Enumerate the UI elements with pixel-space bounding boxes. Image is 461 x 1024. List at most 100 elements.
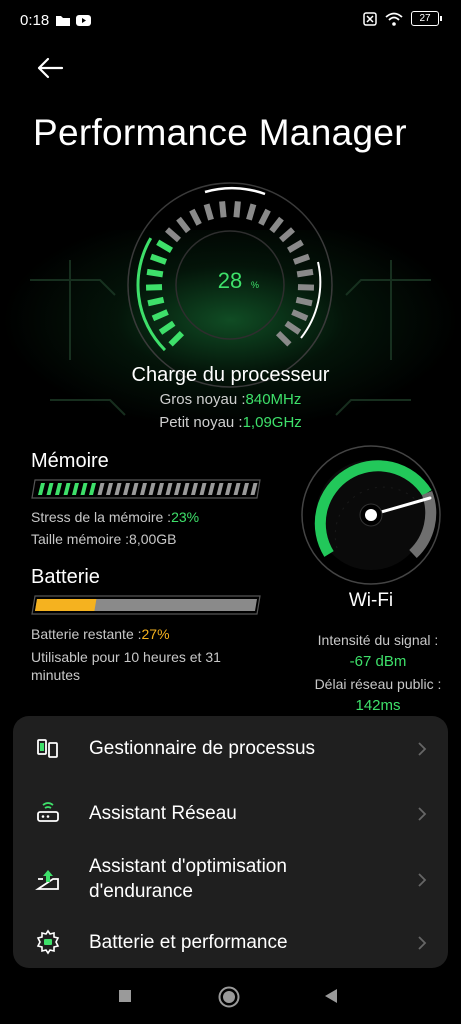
cpu-gauge-tick (149, 253, 168, 265)
memory-bar-segment (89, 483, 96, 495)
menu-item-network-assistant[interactable]: Assistant Réseau (13, 793, 448, 833)
memory-bar-segment (165, 483, 173, 495)
cpu-gauge-tick (292, 253, 311, 265)
cpu-gauge-tick (246, 203, 257, 221)
cpu-gauge-top-arc (204, 186, 266, 196)
memory-bar-segment (46, 483, 54, 495)
cpu-gauge-tick (176, 216, 191, 234)
chevron-right-icon (418, 807, 427, 821)
cpu-gauge-tick (291, 309, 309, 322)
little-core-value: 1,09GHz (242, 414, 302, 431)
back-nav-button[interactable] (323, 987, 339, 1005)
back-button[interactable] (30, 52, 70, 84)
battery-usable-text: Utilisable pour 10 heures et 31 minutes (31, 648, 281, 684)
navigation-bar (0, 972, 461, 1024)
memory-bar-segment (140, 483, 147, 495)
status-time: 0:18 (20, 12, 50, 29)
battery-remaining-value: 27% (141, 626, 170, 642)
chevron-right-icon (418, 873, 427, 887)
home-button[interactable] (217, 985, 241, 1009)
memory-bar-segment (123, 483, 130, 495)
cpu-gauge-tick (189, 208, 202, 226)
chevron-right-icon (418, 936, 427, 950)
memory-stress-label: Stress de la mémoire : (31, 509, 172, 525)
battery-remaining-line: Batterie restante :27% (31, 626, 170, 642)
cpu-gauge-tick (203, 203, 214, 221)
memory-bar-segment (225, 483, 232, 495)
cpu-gauge-tick (297, 284, 315, 291)
cpu-gauge-tick (279, 227, 295, 243)
wifi-delay-label: Délai réseau public : (314, 676, 442, 692)
network-assistant-icon (37, 802, 59, 822)
memory-bar-segment (233, 483, 241, 495)
process-manager-icon (37, 739, 58, 758)
menu-item-label: Batterie et performance (89, 932, 288, 953)
chevron-right-icon (418, 742, 427, 756)
memory-bar-segment (216, 483, 224, 495)
memory-bar-segment (157, 483, 164, 495)
memory-bar-segment (191, 483, 198, 495)
big-core-label: Gros noyau : (159, 391, 246, 408)
memory-size: Taille mémoire :8,00GB (31, 531, 177, 547)
memory-title: Mémoire (31, 450, 109, 472)
menu-item-endurance-optimization[interactable]: Assistant d'optimisation d'endurance (13, 852, 448, 908)
battery-usable-line1: Utilisable pour 10 heures et 31 (31, 649, 221, 665)
memory-bar-segment (199, 483, 207, 495)
memory-bar-segment (80, 483, 88, 495)
battery-usable-line2: minutes (31, 667, 81, 683)
arrow-left-icon (37, 57, 64, 79)
little-core-label: Petit noyau : (159, 414, 243, 431)
memory-bar-segment (55, 483, 62, 495)
cpu-percent-unit: % (251, 280, 259, 290)
little-core-line: Petit noyau :1,09GHz (0, 414, 461, 431)
memory-stress-value: 23% (171, 509, 200, 525)
cpu-percent: 28 (218, 268, 242, 293)
memory-bar-stripes (38, 483, 258, 495)
menu-item-label: Gestionnaire de processus (89, 738, 316, 759)
menu-item-label: Assistant Réseau (89, 803, 237, 824)
big-core-value: 840MHz (245, 391, 302, 408)
cpu-load-label: Charge du processeur (131, 364, 330, 386)
memory-bar-segment (63, 483, 71, 495)
wifi-gauge (301, 445, 441, 585)
battery-performance-icon (36, 929, 60, 955)
youtube-icon (76, 15, 91, 26)
menu-item-process-manager[interactable]: Gestionnaire de processus (13, 728, 448, 768)
cpu-gauge-tick (158, 320, 176, 335)
battery-bar (31, 595, 261, 615)
endurance-optimization-icon (35, 870, 59, 890)
wifi-title: Wi-Fi (348, 590, 394, 611)
menu-item-battery-performance[interactable]: Batterie et performance (13, 924, 448, 964)
battery-remaining-label: Batterie restante : (31, 626, 142, 642)
cpu-gauge-tick (275, 330, 292, 347)
cpu-gauge-tick (151, 309, 169, 322)
cpu-gauge-tick (147, 296, 165, 307)
memory-bar-segment (97, 483, 105, 495)
big-core-line: Gros noyau :840MHz (0, 391, 461, 408)
wifi-signal-value: -67 dBm (349, 653, 407, 670)
cpu-gauge-tick (146, 268, 164, 278)
menu-item-label: Assistant d'optimisation d'endurance (89, 854, 287, 904)
memory-bar-segment (182, 483, 190, 495)
menu-item-label-line2: d'endurance (89, 881, 193, 902)
cpu-gauge-tick (287, 239, 304, 253)
folder-icon (56, 16, 70, 26)
wifi-status-icon (385, 12, 403, 26)
menu-item-label-line1: Assistant d'optimisation (89, 856, 287, 877)
cpu-gauge-tick (156, 239, 173, 253)
status-bar: 0:18 27 (0, 0, 461, 44)
memory-bar-segment (131, 483, 139, 495)
battery-title: Batterie (31, 566, 100, 588)
page-title: Performance Manager (33, 112, 407, 153)
memory-bar (31, 479, 261, 499)
system-icons: 27 (363, 11, 442, 26)
memory-bar-segment (114, 483, 122, 495)
cpu-gauge-tick (258, 208, 271, 226)
cpu-gauge-tick (145, 284, 163, 291)
memory-bar-segment (208, 483, 215, 495)
memory-bar-segment (72, 483, 79, 495)
cpu-gauge-tick (269, 216, 284, 234)
cpu-gauge-tick (233, 201, 241, 218)
memory-bar-segment (174, 483, 181, 495)
recents-button[interactable] (117, 988, 133, 1004)
